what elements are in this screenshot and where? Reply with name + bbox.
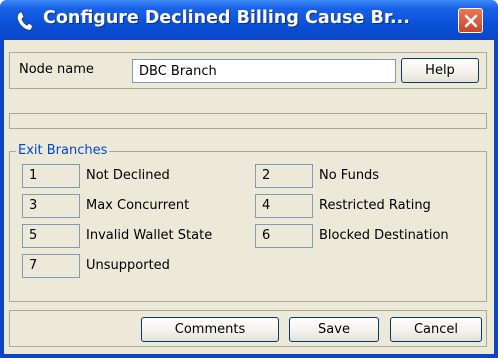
window-title: Configure Declined Billing Cause Br...: [43, 8, 410, 28]
exit-branches-group: Exit Branches 1 Not Declined 2 No Funds …: [9, 143, 487, 302]
exit-branch-number: 5: [22, 224, 80, 248]
exit-branch-label: Blocked Destination: [319, 228, 449, 243]
exit-branches-title: Exit Branches: [16, 143, 110, 158]
status-bar: [9, 113, 487, 129]
cancel-button[interactable]: Cancel: [390, 317, 482, 342]
exit-branch-label: No Funds: [319, 168, 380, 183]
action-button-panel: Comments Save Cancel: [9, 310, 487, 347]
exit-branch-label: Not Declined: [86, 168, 170, 183]
exit-branch-label: Max Concurrent: [86, 198, 190, 213]
exit-branch-number: 3: [22, 194, 80, 218]
exit-branch-label: Restricted Rating: [319, 198, 431, 213]
exit-branch-number: 4: [255, 194, 313, 218]
exit-branch-number: 6: [255, 224, 313, 248]
node-name-label: Node name: [19, 62, 94, 77]
close-icon: [464, 14, 478, 28]
dialog-body: Node name Help Exit Branches 1 Not Decli…: [4, 40, 494, 354]
title-bar[interactable]: Configure Declined Billing Cause Br...: [0, 0, 498, 40]
close-button[interactable]: [458, 8, 483, 33]
node-name-panel: Node name Help: [9, 52, 487, 89]
save-button[interactable]: Save: [289, 317, 379, 342]
exit-branch-number: 7: [22, 254, 80, 278]
exit-branch-label: Invalid Wallet State: [86, 228, 213, 243]
comments-button[interactable]: Comments: [141, 317, 279, 342]
exit-branch-number: 2: [255, 164, 313, 188]
exit-branch-number: 1: [22, 164, 80, 188]
dialog-window: Configure Declined Billing Cause Br... N…: [0, 0, 498, 358]
exit-branch-label: Unsupported: [86, 258, 170, 273]
help-button[interactable]: Help: [401, 58, 479, 83]
phone-handset-icon: [14, 9, 38, 33]
node-name-input[interactable]: [132, 59, 396, 83]
